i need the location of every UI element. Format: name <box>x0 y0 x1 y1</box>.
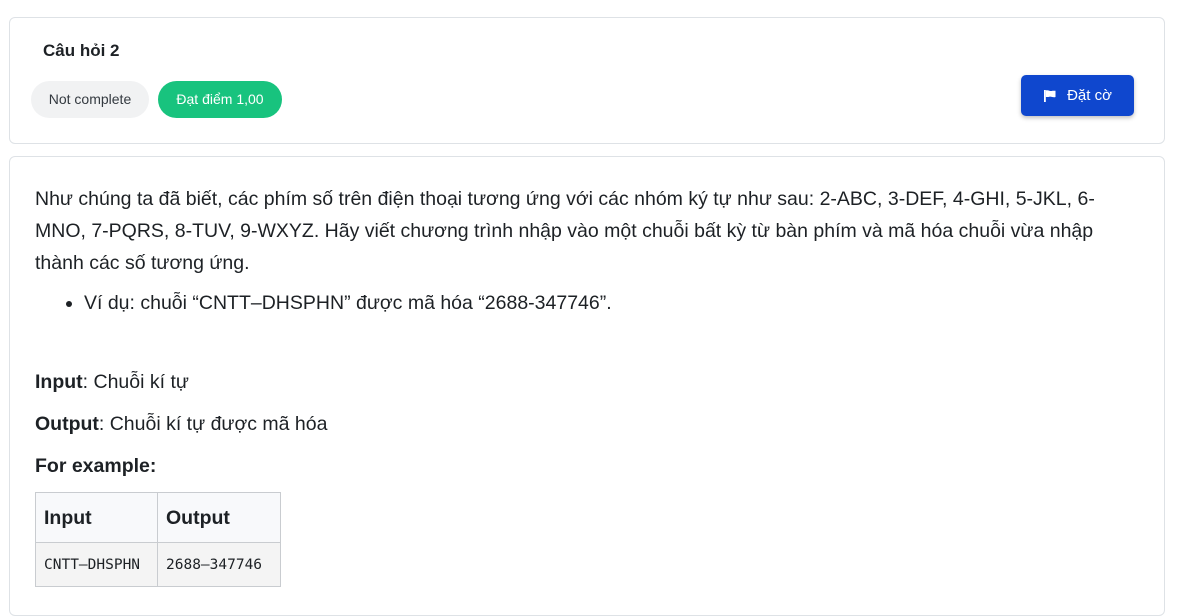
question-title: Câu hỏi 2 <box>43 41 120 60</box>
table-row: CNTT–DHSPHN 2688–347746 <box>35 542 281 587</box>
example-table: Input Output CNTT–DHSPHN 2688–347746 <box>35 492 281 587</box>
question-content-card: Như chúng ta đã biết, các phím số trên đ… <box>9 156 1165 616</box>
question-info-card: Câu hỏi 2 Not complete Đạt điểm 1,00 Đặt… <box>9 17 1165 144</box>
flag-icon <box>1043 89 1057 103</box>
input-description: Input: Chuỗi kí tự <box>35 366 189 398</box>
example-list: Ví dụ: chuỗi “CNTT–DHSPHN” được mã hóa “… <box>35 287 1135 319</box>
flag-button-label: Đặt cờ <box>1067 87 1112 104</box>
input-label: Input <box>35 371 83 393</box>
output-label: Output <box>35 413 99 435</box>
grade-badge: Đạt điểm 1,00 <box>158 81 282 118</box>
table-cell-input: CNTT–DHSPHN <box>35 542 158 587</box>
question-text: Như chúng ta đã biết, các phím số trên đ… <box>35 183 1135 587</box>
table-cell-output: 2688–347746 <box>157 542 281 587</box>
table-header-output: Output <box>157 492 281 543</box>
output-description: Output: Chuỗi kí tự được mã hóa <box>35 408 327 440</box>
input-desc: : Chuỗi kí tự <box>82 371 189 393</box>
flag-question-button[interactable]: Đặt cờ <box>1021 75 1134 116</box>
list-item: Ví dụ: chuỗi “CNTT–DHSPHN” được mã hóa “… <box>84 287 1135 319</box>
output-desc: : Chuỗi kí tự được mã hóa <box>98 413 328 435</box>
table-header-row: Input Output <box>35 492 281 543</box>
example-heading: For example: <box>35 455 157 477</box>
state-badge: Not complete <box>31 81 149 118</box>
table-header-input: Input <box>35 492 158 543</box>
question-intro: Như chúng ta đã biết, các phím số trên đ… <box>35 188 1095 274</box>
